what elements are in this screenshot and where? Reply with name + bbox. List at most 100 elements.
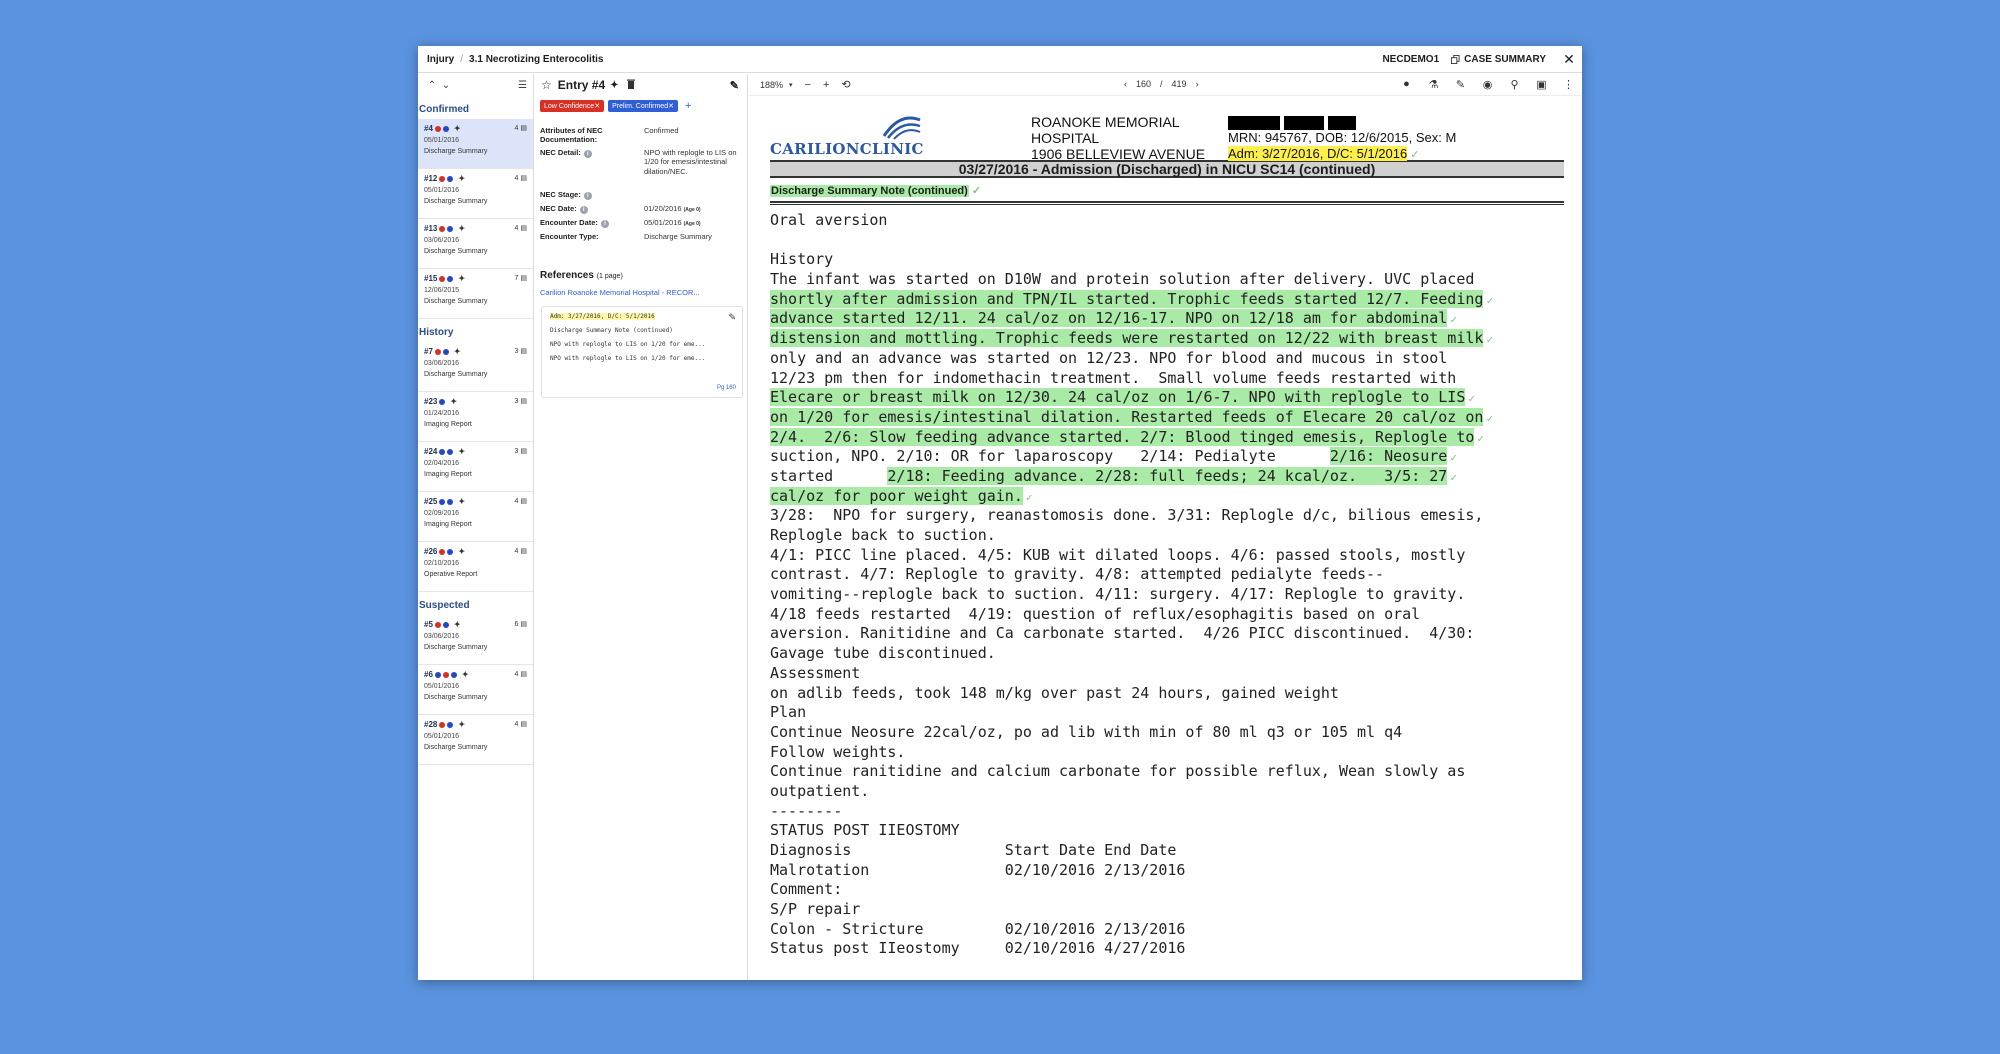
entry-card[interactable]: #5 ✦ 6 ▤ 03/06/2016 Discharge Summary (418, 615, 533, 665)
microscope-icon[interactable]: ⚗ (1420, 78, 1447, 91)
reference-page-number[interactable]: Pg 160 (717, 385, 736, 391)
sparkle-icon[interactable]: ✦ (454, 620, 461, 629)
info-icon[interactable]: i (579, 206, 588, 215)
attribute-row: NEC Stage: i (540, 190, 747, 201)
entry-card[interactable]: #23 ✦ 3 ▤ 01/24/2016 Imaging Report (418, 392, 533, 442)
entry-id: #6 (424, 670, 433, 679)
info-icon[interactable]: i (583, 150, 592, 158)
line-text: aversion. Ranitidine and Ca carbonate st… (770, 624, 1475, 643)
previous-page-icon[interactable]: ‹ (1124, 79, 1127, 89)
entry-card[interactable]: #26 ✦ 4 ▤ 02/10/2016 Operative Report (418, 542, 533, 592)
sparkle-icon[interactable]: ✦ (458, 547, 465, 556)
sparkle-icon[interactable]: ✦ (462, 670, 469, 679)
section-title: History (419, 327, 454, 338)
highlighted-text[interactable]: Elecare or breast milk on 12/30. 24 cal/… (770, 388, 1466, 407)
file-icon: ▤ (518, 348, 527, 355)
highlighted-text[interactable]: advance started 12/11. 24 cal/oz on 12/1… (770, 309, 1448, 328)
entry-type: Operative Report (424, 571, 478, 578)
sparkle-icon[interactable]: ✦ (454, 347, 461, 356)
check-icon: ✓ (1410, 149, 1420, 161)
highlighted-text[interactable]: cal/oz for poor weight gain. (770, 486, 1023, 505)
pencil-icon[interactable]: ✎ (728, 312, 736, 323)
pin-icon[interactable]: ⚲ (1501, 78, 1528, 91)
line-text: Follow weights. (770, 742, 906, 761)
entry-card[interactable]: #24 ✦ 3 ▤ 02/04/2016 Imaging Report (418, 442, 533, 492)
highlighted-text[interactable]: 2/4. 2/6: Slow feeding advance started. … (770, 427, 1475, 446)
sparkle-icon[interactable]: ✦ (458, 174, 465, 183)
collapse-list-icon[interactable]: ☰ (518, 80, 527, 91)
blue-dot-icon (447, 225, 454, 232)
reference-line: NPO with replogle to LIS on 1/20 for eme… (550, 354, 706, 362)
highlighted-text[interactable]: 2/16: Neosure (1329, 447, 1448, 466)
pencil-icon[interactable]: ✎ (1447, 78, 1474, 91)
tag[interactable]: Low Confidence✕ (540, 100, 605, 112)
entry-card[interactable]: #4 ✦ 4 ▤ 05/01/2016 Discharge Summary (418, 119, 533, 169)
reference-line-text: Adm: 3/27/2016, D/C: 5/1/2016 (550, 312, 655, 320)
highlighted-text[interactable]: shortly after admission and TPN/IL start… (770, 289, 1484, 308)
reference-line: Discharge Summary Note (continued) (550, 326, 673, 334)
document-line: contrast. 4/7: Replogle to gravity. 4/8:… (770, 565, 1564, 585)
entry-card[interactable]: #6 ✦ 4 ▤ 05/01/2016 Discharge Summary (418, 665, 533, 715)
tag[interactable]: Prelim. Confirmed✕ (608, 100, 678, 112)
sparkle-icon[interactable]: ✦ (458, 497, 465, 506)
chevron-down-icon[interactable]: ⌄ (439, 80, 453, 91)
highlighted-text[interactable]: distension and mottling. Trophic feeds w… (770, 329, 1484, 348)
line-text: Oral aversion (770, 211, 888, 229)
entry-card[interactable]: #25 ✦ 4 ▤ 02/09/2016 Imaging Report (418, 492, 533, 542)
star-icon[interactable]: ☆ (541, 78, 552, 92)
breadcrumb-injury[interactable]: Injury (427, 54, 454, 65)
admission-dates[interactable]: Adm: 3/27/2016, D/C: 5/1/2016 ✓ (1228, 146, 1456, 163)
highlighted-text[interactable]: 2/18: Feeding advance. 2/28: full feeds;… (887, 466, 1448, 485)
hospital-line: HOSPITAL (1031, 130, 1100, 146)
entry-card[interactable]: #15 ✦ 7 ▤ 12/06/2015 Discharge Summary (418, 269, 533, 319)
sparkle-icon[interactable]: ✦ (454, 124, 461, 133)
entry-card[interactable]: #7 ✦ 3 ▤ 03/06/2016 Discharge Summary (418, 342, 533, 392)
remove-tag-icon[interactable]: ✕ (594, 103, 600, 110)
add-tag-icon[interactable]: + (685, 100, 691, 112)
check-circle-icon[interactable]: ● (1393, 78, 1420, 91)
sparkle-icon[interactable]: ✦ (458, 224, 465, 233)
more-icon[interactable]: ⋮ (1555, 78, 1582, 91)
eye-icon[interactable]: ◉ (1474, 78, 1501, 91)
reference-card[interactable]: Adm: 3/27/2016, D/C: 5/1/2016 Discharge … (541, 305, 743, 398)
zoom-value: 188% (760, 79, 784, 90)
highlighted-text[interactable]: on 1/20 for emesis/intestinal dilation. … (770, 407, 1484, 426)
next-page-icon[interactable]: › (1196, 79, 1199, 89)
note-title[interactable]: Discharge Summary Note (continued) ✓ (770, 184, 1564, 197)
case-summary-button[interactable]: CASE SUMMARY (1451, 54, 1546, 65)
zoom-out-icon[interactable]: − (805, 79, 811, 91)
attribute-value-text: NPO with replogle to LIS on 1/20 for eme… (644, 148, 737, 176)
chevron-up-icon[interactable]: ⌃ (425, 80, 439, 91)
page-separator: / (1160, 79, 1163, 89)
entry-groups: Confirmed #4 ✦ 4 ▤ 05/01/2016 Discharge Summa… (418, 96, 533, 765)
document-line: Continue ranitidine and calcium carbonat… (770, 762, 1564, 782)
pencil-icon[interactable]: ✎ (730, 79, 739, 92)
zoom-in-icon[interactable]: + (823, 79, 829, 91)
layout-icon[interactable]: ▣ (1528, 78, 1555, 91)
sparkle-icon[interactable]: ✦ (458, 720, 465, 729)
sparkle-icon[interactable]: ✦ (450, 397, 457, 406)
document-line: Assessment (770, 664, 1564, 684)
info-icon[interactable]: i (600, 220, 609, 229)
remove-tag-icon[interactable]: ✕ (668, 103, 674, 110)
entry-card[interactable]: #28 ✦ 4 ▤ 05/01/2016 Discharge Summary (418, 715, 533, 765)
case-id: NECDEMO1 (1382, 53, 1440, 65)
reference-link[interactable]: Carilion Roanoke Memorial Hospital - REC… (535, 288, 747, 297)
zoom-select[interactable]: 188% ▾ (760, 80, 793, 90)
sparkle-icon[interactable]: ✦ (610, 80, 618, 91)
info-icon[interactable]: i (583, 192, 592, 201)
attribute-label-text: NEC Detail: (540, 148, 581, 157)
entry-card[interactable]: #13 ✦ 4 ▤ 03/06/2016 Discharge Summary (418, 219, 533, 269)
line-text: Continue Neosure 22cal/oz, po ad lib wit… (770, 722, 1403, 741)
viewer-tools: ● ⚗ ✎ ◉ ⚲ ▣ ⋮ (1393, 78, 1582, 91)
current-page[interactable]: 160 (1136, 79, 1151, 89)
check-icon: ✓ (1450, 451, 1457, 465)
entry-card[interactable]: #12 ✦ 4 ▤ 05/01/2016 Discharge Summary (418, 169, 533, 219)
entry-date: 03/06/2016 (424, 237, 460, 244)
trash-icon[interactable] (626, 79, 635, 92)
sparkle-icon[interactable]: ✦ (458, 447, 465, 456)
attribute-row: Attributes of NEC Documentation: Confirme… (540, 126, 747, 144)
close-icon[interactable]: ✕ (1562, 52, 1576, 66)
sparkle-icon[interactable]: ✦ (458, 274, 465, 283)
rotate-icon[interactable]: ⟲ (841, 78, 850, 91)
